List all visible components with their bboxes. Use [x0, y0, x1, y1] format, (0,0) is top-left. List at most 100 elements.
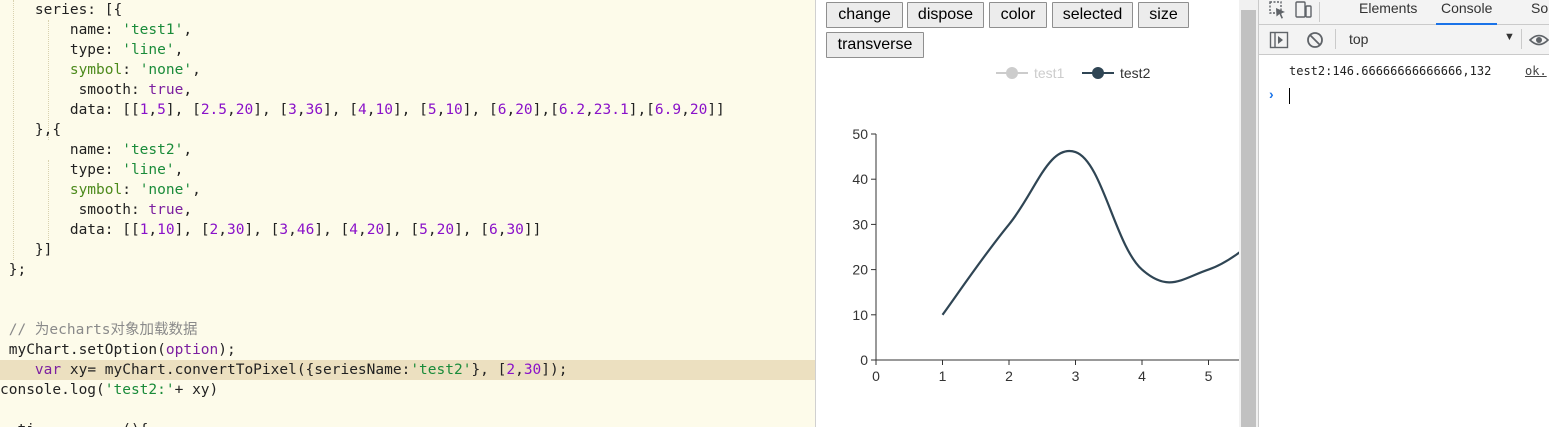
code-token: 3	[288, 102, 297, 118]
code-line[interactable]: name: 'test1',	[0, 20, 815, 40]
code-token: ,	[183, 142, 193, 158]
code-token: data: [[	[0, 102, 140, 118]
console-log-source-link[interactable]: ok.	[1525, 64, 1547, 78]
code-line[interactable]	[0, 300, 815, 320]
y-tick-label: 50	[852, 126, 868, 142]
code-line[interactable]: symbol: 'none',	[0, 180, 815, 200]
dispose-button[interactable]: dispose	[907, 2, 984, 28]
code-token: 5	[419, 222, 428, 238]
clear-console-icon[interactable]	[1305, 30, 1325, 50]
code-line[interactable]: smooth: true,	[0, 200, 815, 220]
context-selector[interactable]: top	[1349, 31, 1368, 47]
code-token: symbol	[0, 62, 123, 78]
code-line[interactable]	[0, 280, 815, 300]
console-input-caret[interactable]	[1289, 88, 1290, 104]
code-line[interactable]: type: 'line',	[0, 40, 815, 60]
code-token: 3	[279, 222, 289, 238]
size-button[interactable]: size	[1138, 2, 1189, 28]
code-token: 6.2	[558, 102, 586, 118]
y-tick-label: 20	[852, 262, 868, 278]
sidebar-toggle-icon[interactable]	[1269, 30, 1289, 50]
code-token: ], [	[454, 222, 489, 238]
code-token: series: [{	[0, 2, 123, 18]
code-token: }, [	[471, 362, 507, 378]
selected-button[interactable]: selected	[1052, 2, 1133, 28]
code-token: ], [	[314, 222, 350, 238]
y-tick-label: 40	[852, 171, 868, 187]
code-line[interactable]: ti (){	[0, 420, 815, 427]
code-token: var	[34, 362, 62, 378]
inspect-icon[interactable]	[1267, 0, 1289, 24]
code-line[interactable]: }]	[0, 240, 815, 260]
code-token: ,	[358, 222, 367, 238]
code-token: 10	[157, 222, 175, 238]
code-token: );	[218, 342, 236, 358]
code-line[interactable]: };	[0, 260, 815, 280]
code-token: 2.5	[200, 102, 228, 118]
eye-icon[interactable]	[1528, 30, 1549, 50]
code-token: 20	[235, 102, 254, 118]
change-button[interactable]: change	[826, 2, 903, 28]
code-line[interactable]	[0, 400, 815, 420]
preview-scrollbar[interactable]	[1239, 0, 1258, 427]
code-token: },{	[0, 122, 62, 138]
line-chart: test1 test2 0 10 20 30 40 50 0 1 2 3 4 5	[852, 65, 1239, 384]
code-line[interactable]: smooth: true,	[0, 80, 815, 100]
code-line[interactable]: myChart.setOption(option);	[0, 340, 815, 360]
code-token: option	[165, 342, 219, 358]
code-token: ,	[192, 62, 201, 78]
code-token: 6	[488, 222, 498, 238]
code-line[interactable]: name: 'test2',	[0, 140, 815, 160]
devtools-tabbar: Elements Console So	[1259, 0, 1549, 25]
code-token: name:	[0, 22, 123, 38]
code-token: true	[148, 202, 184, 218]
transverse-button[interactable]: transverse	[826, 32, 924, 58]
code-token: ], [	[244, 222, 280, 238]
code-token: 20	[436, 222, 455, 238]
context-dropdown-icon[interactable]: ▼	[1504, 31, 1515, 43]
y-tick-label: 10	[852, 307, 868, 323]
toolbar-separator	[1521, 29, 1522, 49]
tab-elements[interactable]: Elements	[1359, 0, 1417, 24]
code-token: 'test2:'	[104, 382, 175, 398]
code-line[interactable]: data: [[1,5], [2.5,20], [3,36], [4,10], …	[0, 100, 815, 120]
code-token: :	[122, 182, 140, 198]
preview-pane: change dispose color selected size trans…	[816, 0, 1239, 427]
series-line-test2	[941, 149, 1239, 316]
code-token: 30	[523, 362, 542, 378]
x-tick-label: 0	[872, 368, 880, 384]
code-token: 'test1'	[122, 22, 184, 38]
device-icon[interactable]	[1292, 0, 1314, 24]
code-token: ,	[218, 222, 228, 238]
code-token: ,	[681, 102, 690, 118]
code-token: ,	[288, 222, 297, 238]
code-token: 20	[366, 222, 385, 238]
code-token: data: [[	[0, 222, 140, 238]
code-line[interactable]: series: [{	[0, 0, 815, 20]
console-toolbar: top ▼	[1259, 25, 1549, 55]
y-axis: 0 10 20 30 40 50	[852, 126, 877, 368]
code-token: 10	[375, 102, 393, 118]
code-line[interactable]: type: 'line',	[0, 160, 815, 180]
code-line[interactable]: console.log('test2:'+ xy)	[0, 380, 815, 400]
scrollbar-thumb[interactable]	[1241, 10, 1256, 427]
code-line[interactable]: },{	[0, 120, 815, 140]
code-editor[interactable]: series: [{ name: 'test1', type: 'line', …	[0, 0, 816, 427]
code-token: ]]	[523, 222, 542, 238]
legend-label-test2: test2	[1120, 65, 1151, 81]
code-token: 20	[689, 102, 708, 118]
code-token: ], [	[174, 222, 210, 238]
tab-sources[interactable]: So	[1531, 0, 1548, 24]
x-tick-label: 1	[939, 368, 947, 384]
toolbar-separator	[1335, 29, 1336, 49]
tab-console[interactable]: Console	[1436, 0, 1498, 25]
code-line[interactable]: // 为echarts对象加载数据	[0, 320, 815, 340]
color-button[interactable]: color	[989, 2, 1047, 28]
code-line[interactable]: symbol: 'none',	[0, 60, 815, 80]
code-token: ], [	[323, 102, 358, 118]
code-token: ,	[174, 42, 184, 58]
code-token: ,	[183, 82, 193, 98]
code-line[interactable]: data: [[1,10], [2,30], [3,46], [4,20], […	[0, 220, 815, 240]
code-token: 4	[349, 222, 358, 238]
code-line[interactable]: var xy= myChart.convertToPixel({seriesNa…	[0, 360, 815, 380]
